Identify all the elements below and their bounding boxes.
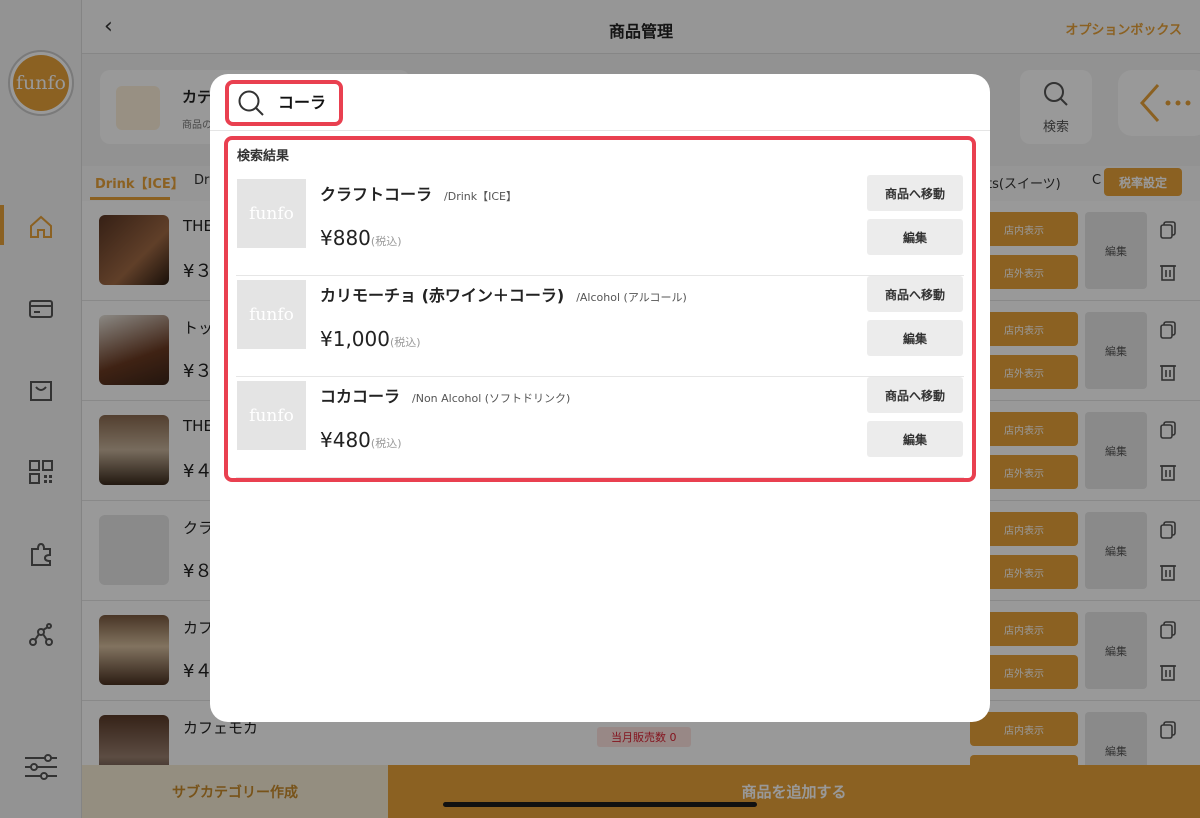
result-name-text: クラフトコーラ [320, 185, 433, 204]
result-tax-note: (税込) [370, 235, 402, 248]
result-price: ¥880(税込) [320, 226, 402, 250]
search-result-item[interactable]: funfo クラフトコーラ/Drink【ICE】 ¥880(税込) 商品へ移動 … [236, 175, 964, 276]
goto-product-button[interactable]: 商品へ移動 [867, 276, 963, 312]
result-price: ¥480(税込) [320, 428, 402, 452]
result-thumbnail: funfo [237, 381, 306, 450]
result-name-text: コカコーラ [320, 387, 401, 406]
edit-product-button[interactable]: 編集 [867, 219, 963, 255]
search-result-item[interactable]: funfo カリモーチョ (赤ワイン＋コーラ)/Alcohol (アルコール) … [236, 276, 964, 377]
modal-search-bar [210, 74, 990, 131]
result-price-value: ¥880 [320, 226, 371, 250]
search-result-item[interactable]: funfo コカコーラ/Non Alcohol (ソフトドリンク) ¥480(税… [236, 377, 964, 478]
result-category: /Drink【ICE】 [444, 190, 517, 203]
result-category: /Non Alcohol (ソフトドリンク) [412, 392, 571, 405]
result-price-value: ¥480 [320, 428, 371, 452]
result-category: /Alcohol (アルコール) [576, 291, 687, 304]
result-name: カリモーチョ (赤ワイン＋コーラ) /Alcohol (アルコール) [320, 282, 687, 306]
result-name-text: カリモーチョ (赤ワイン＋コーラ) [320, 286, 565, 305]
result-thumbnail: funfo [237, 179, 306, 248]
result-name: コカコーラ/Non Alcohol (ソフトドリンク) [320, 383, 570, 407]
result-tax-note: (税込) [389, 336, 421, 349]
search-modal: 検索結果 funfo クラフトコーラ/Drink【ICE】 ¥880(税込) 商… [210, 74, 990, 722]
edit-product-button[interactable]: 編集 [867, 421, 963, 457]
edit-product-button[interactable]: 編集 [867, 320, 963, 356]
result-name: クラフトコーラ/Drink【ICE】 [320, 181, 517, 205]
home-indicator[interactable] [443, 802, 757, 807]
result-thumbnail: funfo [237, 280, 306, 349]
result-tax-note: (税込) [370, 437, 402, 450]
goto-product-button[interactable]: 商品へ移動 [867, 175, 963, 211]
result-price-value: ¥1,000 [320, 327, 390, 351]
search-highlight-box [225, 80, 343, 126]
results-title: 検索結果 [237, 149, 290, 164]
result-price: ¥1,000(税込) [320, 327, 421, 351]
goto-product-button[interactable]: 商品へ移動 [867, 377, 963, 413]
